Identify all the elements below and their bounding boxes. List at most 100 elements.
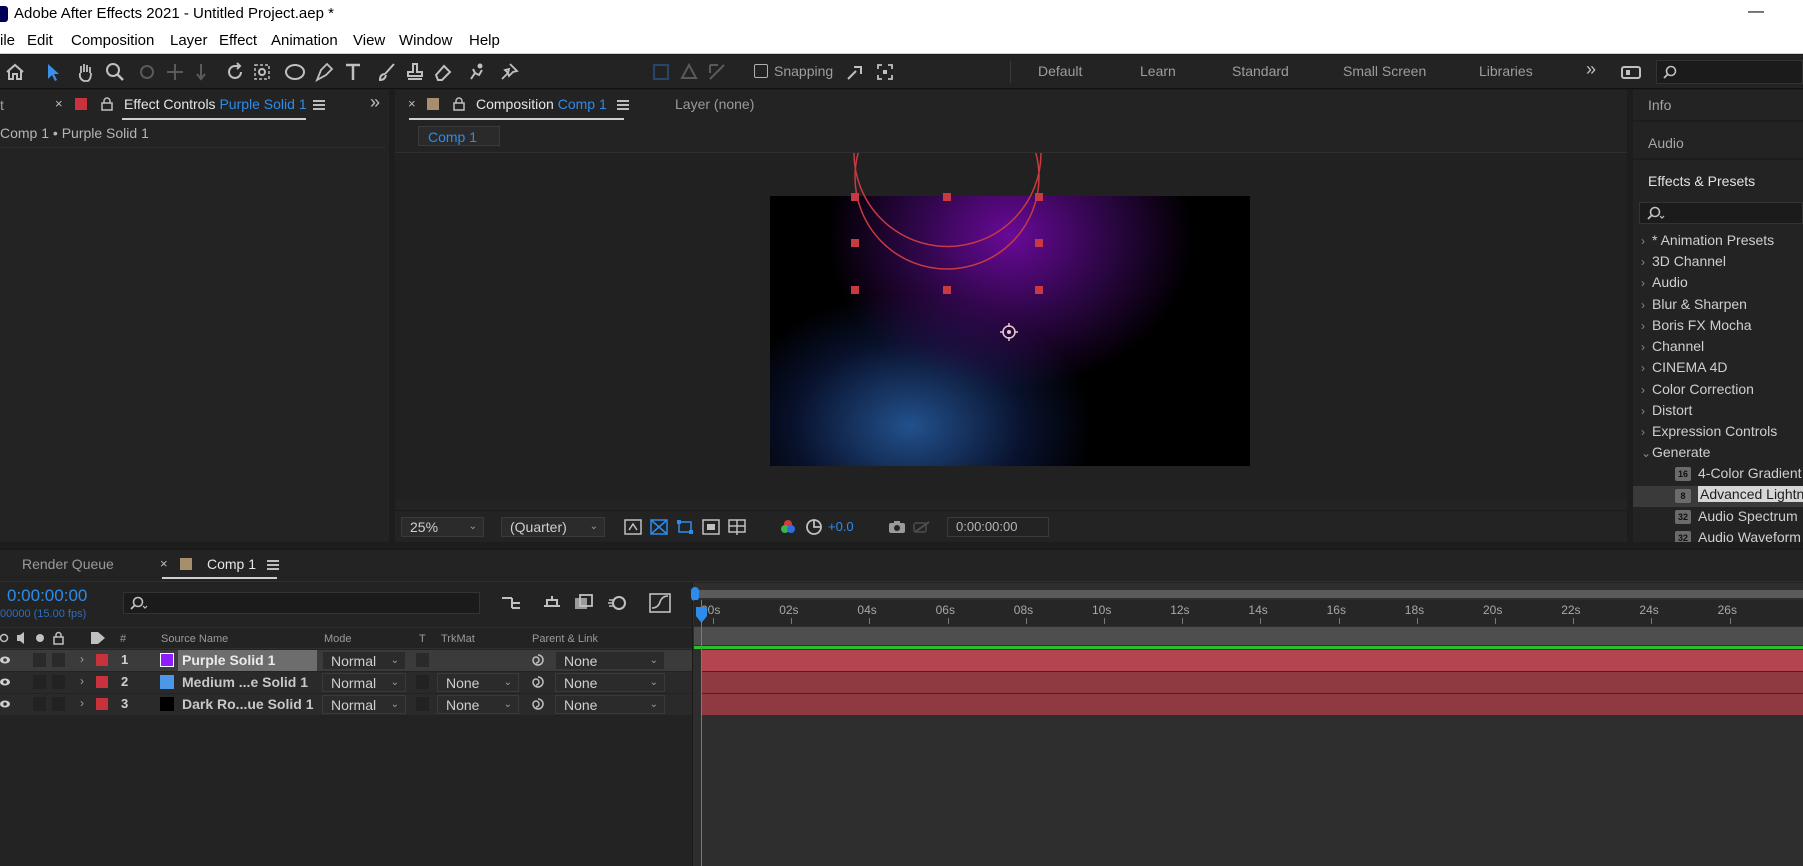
chevron-right-icon[interactable]: ›	[1641, 319, 1645, 333]
workspace-learn[interactable]: Learn	[1140, 63, 1176, 79]
workspace-overflow-button[interactable]: »	[1586, 59, 1596, 80]
fx-category-distort[interactable]: Distort	[1652, 402, 1692, 418]
timeline-search-input[interactable]	[123, 592, 480, 614]
panel-menu-icon[interactable]	[313, 100, 325, 110]
workspace-standard[interactable]: Standard	[1232, 63, 1289, 79]
fx-category-cinema-4d[interactable]: CINEMA 4D	[1652, 359, 1727, 375]
col-parent-link[interactable]: Parent & Link	[532, 633, 598, 645]
col-trkmat[interactable]: TrkMat	[441, 633, 475, 645]
graph-editor-icon[interactable]	[649, 593, 671, 613]
layer-parent-dropdown[interactable]: None ⌄	[555, 695, 665, 714]
track-matte-dropdown[interactable]: None ⌄	[437, 673, 519, 692]
hidden-tab-fragment[interactable]: t	[0, 97, 4, 113]
chevron-right-icon[interactable]: ›	[1641, 404, 1645, 418]
eye-icon[interactable]	[0, 654, 10, 666]
draft-3d-icon[interactable]	[541, 594, 563, 612]
puppet-pin-tool-icon[interactable]	[498, 61, 520, 83]
snapshot-icon[interactable]	[888, 520, 906, 534]
layer-bar-3[interactable]	[701, 694, 1803, 715]
fx-audio-waveform[interactable]: Audio Waveform	[1698, 529, 1801, 542]
pick-whip-icon[interactable]	[531, 697, 545, 711]
layer-row-2[interactable]: › 2 Medium ...e Solid 1 Normal ⌄ None ⌄ No…	[0, 672, 692, 693]
label-color-swatch[interactable]	[96, 676, 108, 688]
zoom-tool-icon[interactable]	[104, 61, 126, 83]
lock-icon[interactable]	[101, 97, 113, 111]
effects-search-input[interactable]	[1639, 202, 1803, 224]
close-timeline-tab-icon[interactable]: ×	[160, 556, 168, 571]
roto-brush-tool-icon[interactable]	[466, 61, 488, 83]
help-search-input[interactable]	[1656, 60, 1803, 84]
layer-row-3[interactable]: › 3 Dark Ro...ue Solid 1 Normal ⌄ None ⌄ N…	[0, 694, 692, 715]
track-matte-dropdown[interactable]: None ⌄	[437, 695, 519, 714]
expand-chevron-icon[interactable]: ›	[80, 674, 84, 688]
workspace-default[interactable]: Default	[1038, 63, 1082, 79]
panel-menu-icon[interactable]	[617, 100, 629, 110]
fx-category-boris-fx-mocha[interactable]: Boris FX Mocha	[1652, 317, 1752, 333]
layer-parent-dropdown[interactable]: None ⌄	[555, 651, 665, 670]
snapping-options-icon[interactable]	[844, 61, 866, 83]
fx-category-3d-channel[interactable]: 3D Channel	[1652, 253, 1726, 269]
menu-effect[interactable]: Effect	[219, 32, 257, 49]
chevron-right-icon[interactable]: ›	[1641, 383, 1645, 397]
menu-view[interactable]: View	[353, 32, 385, 49]
fx-audio-spectrum[interactable]: Audio Spectrum	[1698, 508, 1798, 524]
orbit-camera-icon[interactable]	[136, 61, 158, 83]
current-time-field[interactable]: 0:00:00:00	[947, 517, 1049, 537]
lock-switch[interactable]	[52, 675, 65, 689]
preserve-transparency-switch[interactable]	[416, 697, 429, 711]
selection-tool-icon[interactable]	[42, 61, 64, 83]
work-area-bar[interactable]	[694, 627, 1803, 645]
fx-category-color-correction[interactable]: Color Correction	[1652, 381, 1754, 397]
layer-bar-2[interactable]	[701, 672, 1803, 693]
render-queue-tab[interactable]: Render Queue	[22, 556, 114, 572]
layer-tab[interactable]: Layer (none)	[675, 96, 754, 112]
timeline-current-time[interactable]: 0:00:00:00	[7, 586, 87, 606]
col-t[interactable]: T	[419, 633, 426, 645]
region-of-interest-icon[interactable]	[702, 519, 720, 535]
expand-chevron-icon[interactable]: ›	[80, 652, 84, 666]
show-channel-icon[interactable]	[779, 519, 797, 535]
motion-blur-icon[interactable]	[607, 594, 629, 612]
info-panel-tab[interactable]: Info	[1648, 97, 1671, 113]
lock-switch[interactable]	[52, 697, 65, 711]
layer-name[interactable]: Purple Solid 1	[182, 652, 275, 668]
preserve-transparency-switch[interactable]	[416, 675, 429, 689]
chevron-right-icon[interactable]: ›	[1641, 425, 1645, 439]
show-snapshot-icon[interactable]	[913, 520, 931, 534]
expand-chevron-icon[interactable]: ›	[80, 696, 84, 710]
comp-flow-tab[interactable]: Comp 1	[418, 126, 500, 146]
eye-icon[interactable]	[0, 698, 10, 710]
panel-menu-icon[interactable]	[267, 560, 279, 570]
audio-panel-tab[interactable]: Audio	[1648, 135, 1684, 151]
snap-expand-icon[interactable]	[874, 61, 896, 83]
effect-controls-tab[interactable]: Effect Controls Purple Solid 1	[124, 96, 307, 112]
solo-switch[interactable]	[33, 653, 46, 667]
panel-overflow-button[interactable]: »	[370, 92, 380, 113]
col-source-name[interactable]: Source Name	[161, 633, 228, 645]
solo-switch[interactable]	[33, 675, 46, 689]
anchor-point-tool-icon[interactable]	[251, 61, 273, 83]
preserve-transparency-switch[interactable]	[416, 653, 429, 667]
brush-tool-icon[interactable]	[376, 61, 398, 83]
resolution-dropdown[interactable]: (Quarter) ⌄	[501, 517, 605, 537]
label-color-swatch[interactable]	[96, 698, 108, 710]
frame-blending-icon[interactable]	[573, 594, 595, 612]
clone-stamp-tool-icon[interactable]	[404, 61, 426, 83]
mask-path-visibility-icon[interactable]	[676, 519, 694, 535]
ellipse-tool-icon[interactable]	[284, 61, 306, 83]
fast-previews-icon[interactable]	[624, 519, 642, 535]
chevron-right-icon[interactable]: ›	[1641, 255, 1645, 269]
eye-icon[interactable]	[0, 676, 10, 688]
fx-category-channel[interactable]: Channel	[1652, 338, 1704, 354]
layer-bar-1[interactable]	[701, 650, 1803, 671]
menu-animation[interactable]: Animation	[271, 32, 338, 49]
playhead-icon[interactable]	[695, 606, 708, 624]
close-comp-tab-icon[interactable]: ×	[408, 96, 416, 111]
fx-advanced-lightning[interactable]: Advanced Lightn	[1698, 486, 1803, 502]
chevron-right-icon[interactable]: ›	[1641, 340, 1645, 354]
chevron-down-icon[interactable]: ⌄	[1641, 446, 1651, 460]
workspace-libraries[interactable]: Libraries	[1479, 63, 1533, 79]
lock-icon[interactable]	[453, 97, 465, 111]
fx-category-expression-controls[interactable]: Expression Controls	[1652, 423, 1777, 439]
menu-help[interactable]: Help	[469, 32, 500, 49]
